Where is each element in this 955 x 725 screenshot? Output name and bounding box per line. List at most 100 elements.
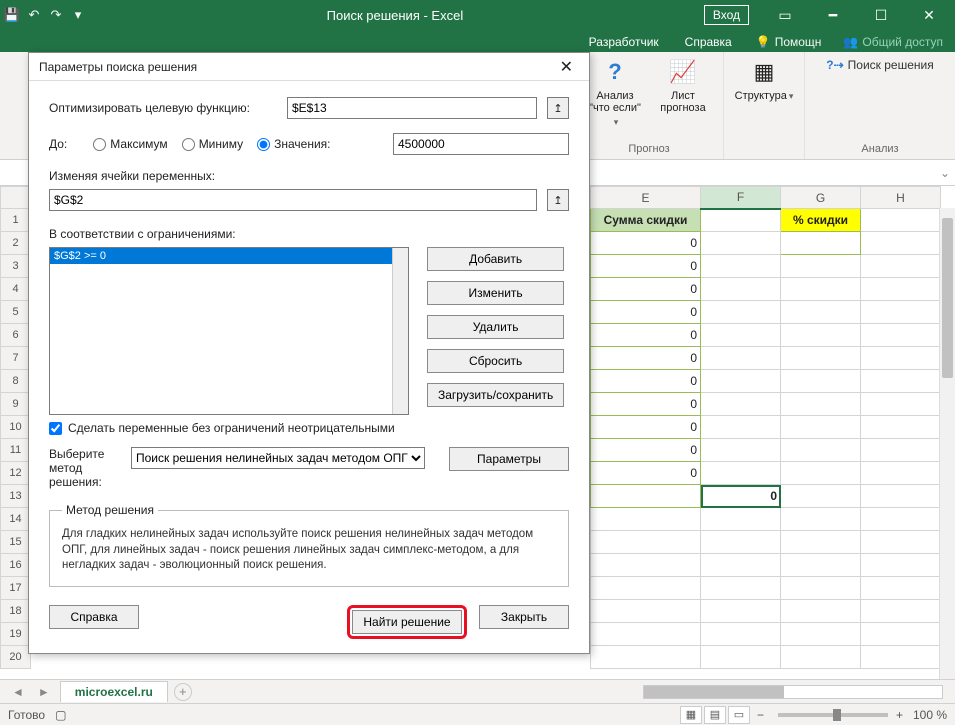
grid-cell[interactable] [701, 623, 781, 646]
row-header[interactable]: 1 [1, 209, 31, 232]
constraints-listbox[interactable]: $G$2 >= 0 [49, 247, 409, 415]
grid-cell[interactable] [781, 347, 861, 370]
grid-cell[interactable] [861, 462, 941, 485]
row-header[interactable]: 10 [1, 416, 31, 439]
row-header[interactable]: 20 [1, 646, 31, 669]
selected-cell[interactable]: 0 [701, 485, 781, 508]
solving-method-select[interactable]: Поиск решения нелинейных задач методом О… [131, 447, 425, 469]
grid-cell[interactable] [591, 577, 701, 600]
help-button[interactable]: Справка [49, 605, 139, 629]
grid-cell[interactable] [701, 439, 781, 462]
save-icon[interactable]: 💾 [4, 7, 20, 23]
login-button[interactable]: Вход [704, 5, 749, 25]
row-header[interactable]: 6 [1, 324, 31, 347]
grid-cell[interactable] [861, 255, 941, 278]
grid-cell[interactable] [781, 301, 861, 324]
nonnegative-checkbox-input[interactable] [49, 422, 62, 435]
value-of-input[interactable] [393, 133, 569, 155]
sheet-tab[interactable]: microexcel.ru [60, 681, 168, 702]
grid-cell[interactable] [781, 370, 861, 393]
outline-button[interactable]: ▦ Структура [734, 56, 794, 102]
grid-cell[interactable] [781, 462, 861, 485]
row-header[interactable]: 9 [1, 393, 31, 416]
zoom-slider[interactable] [778, 713, 888, 717]
col-header-h[interactable]: H [861, 187, 941, 209]
grid-cell[interactable]: 0 [591, 439, 701, 462]
zoom-out-button[interactable]: − [757, 708, 764, 722]
whatif-button[interactable]: ? Анализ "что если" [585, 56, 645, 128]
col-header-e[interactable]: E [591, 187, 701, 209]
grid-cell[interactable] [781, 485, 861, 508]
zoom-level[interactable]: 100 % [913, 708, 947, 722]
grid-cell[interactable] [701, 531, 781, 554]
grid-cell[interactable] [701, 393, 781, 416]
grid-cell[interactable]: 0 [591, 462, 701, 485]
grid-cell[interactable] [861, 278, 941, 301]
grid-cell[interactable]: 0 [591, 255, 701, 278]
tell-me[interactable]: 💡Помощн [750, 32, 828, 52]
grid-cell[interactable]: 0 [591, 232, 701, 255]
radio-min[interactable]: Миниму [182, 137, 243, 151]
view-pagelayout-button[interactable]: ▤ [704, 706, 726, 724]
row-header[interactable]: 2 [1, 232, 31, 255]
delete-constraint-button[interactable]: Удалить [427, 315, 564, 339]
grid-cell[interactable] [861, 485, 941, 508]
grid-cell[interactable] [701, 278, 781, 301]
row-header[interactable]: 19 [1, 623, 31, 646]
row-header[interactable]: 11 [1, 439, 31, 462]
grid-cell[interactable] [701, 209, 781, 232]
row-header[interactable]: 17 [1, 577, 31, 600]
ribbon-display-icon[interactable]: ▭ [763, 0, 807, 30]
grid-cell[interactable] [781, 416, 861, 439]
grid-cell[interactable] [591, 508, 701, 531]
load-save-button[interactable]: Загрузить/сохранить [427, 383, 564, 407]
grid-cell[interactable] [701, 646, 781, 669]
close-dialog-button[interactable]: Закрыть [479, 605, 569, 629]
nonnegative-checkbox[interactable]: Сделать переменные без ограничений неотр… [49, 421, 569, 435]
grid-cell[interactable] [591, 485, 701, 508]
grid-cell[interactable] [861, 347, 941, 370]
tab-developer[interactable]: Разработчик [581, 32, 667, 52]
grid-cell[interactable] [861, 416, 941, 439]
row-header[interactable]: 4 [1, 278, 31, 301]
variables-input[interactable] [49, 189, 537, 211]
grid-cell[interactable] [861, 232, 941, 255]
forecast-sheet-button[interactable]: 📈 Лист прогноза [653, 56, 713, 114]
grid-cell[interactable] [861, 623, 941, 646]
grid-cell[interactable] [591, 623, 701, 646]
grid-cell[interactable]: 0 [591, 324, 701, 347]
listbox-scrollbar[interactable] [392, 248, 408, 414]
select-all-corner[interactable] [1, 187, 31, 209]
grid-cell[interactable]: 0 [591, 393, 701, 416]
grid-cell[interactable] [701, 324, 781, 347]
grid-cell[interactable] [701, 508, 781, 531]
grid-cell[interactable] [861, 393, 941, 416]
grid-cell[interactable] [701, 232, 781, 255]
grid-cell[interactable] [781, 439, 861, 462]
row-header[interactable]: 14 [1, 508, 31, 531]
grid-cell[interactable] [591, 554, 701, 577]
grid-cell[interactable] [861, 439, 941, 462]
slider-knob[interactable] [833, 709, 841, 721]
grid-cell[interactable]: 0 [591, 416, 701, 439]
row-header[interactable]: 15 [1, 531, 31, 554]
formula-bar-expand-icon[interactable]: ⌄ [937, 166, 953, 180]
grid-cell[interactable] [781, 278, 861, 301]
sheet-nav-prev[interactable]: ◄ [8, 685, 28, 699]
radio-valueof[interactable]: Значения: [257, 137, 330, 151]
grid-cell[interactable] [861, 301, 941, 324]
radio-max[interactable]: Максимум [93, 137, 167, 151]
grid-cell[interactable] [861, 577, 941, 600]
grid-cell[interactable] [781, 531, 861, 554]
grid-cell[interactable] [781, 255, 861, 278]
grid-cell[interactable] [861, 370, 941, 393]
row-header[interactable]: 13 [1, 485, 31, 508]
grid-cell[interactable] [591, 531, 701, 554]
grid-cell[interactable] [701, 255, 781, 278]
grid-cell[interactable] [781, 232, 861, 255]
objective-input[interactable] [287, 97, 537, 119]
dialog-close-button[interactable]: ✕ [554, 55, 579, 79]
grid-cell[interactable] [701, 347, 781, 370]
grid-cell[interactable] [781, 324, 861, 347]
row-header[interactable]: 18 [1, 600, 31, 623]
